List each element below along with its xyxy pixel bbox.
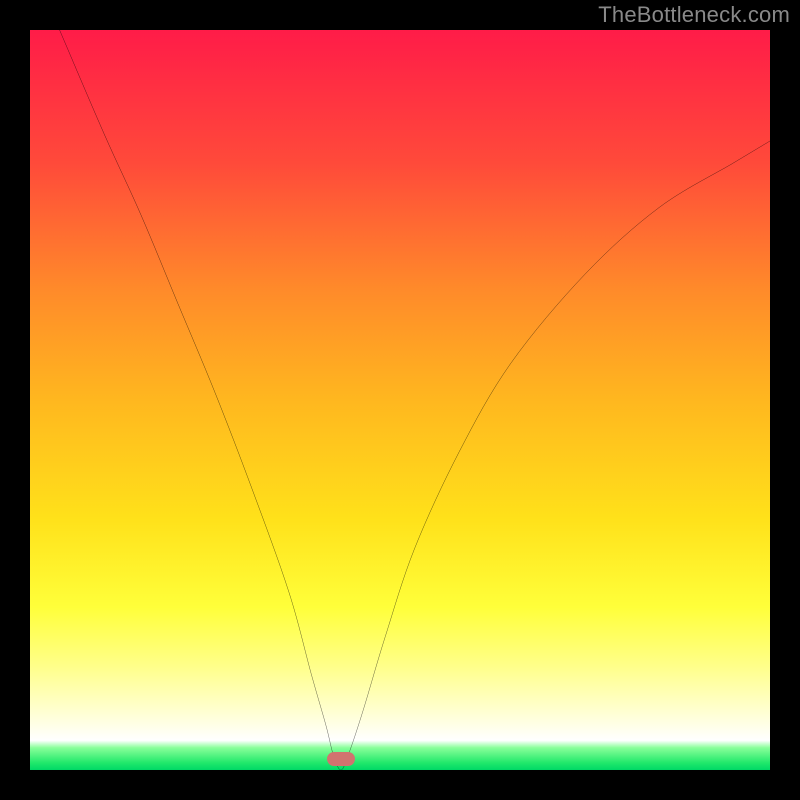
watermark-text: TheBottleneck.com bbox=[598, 2, 790, 28]
chart-frame: TheBottleneck.com bbox=[0, 0, 800, 800]
optimal-point-marker bbox=[327, 752, 355, 766]
chart-plot-area bbox=[30, 30, 770, 770]
